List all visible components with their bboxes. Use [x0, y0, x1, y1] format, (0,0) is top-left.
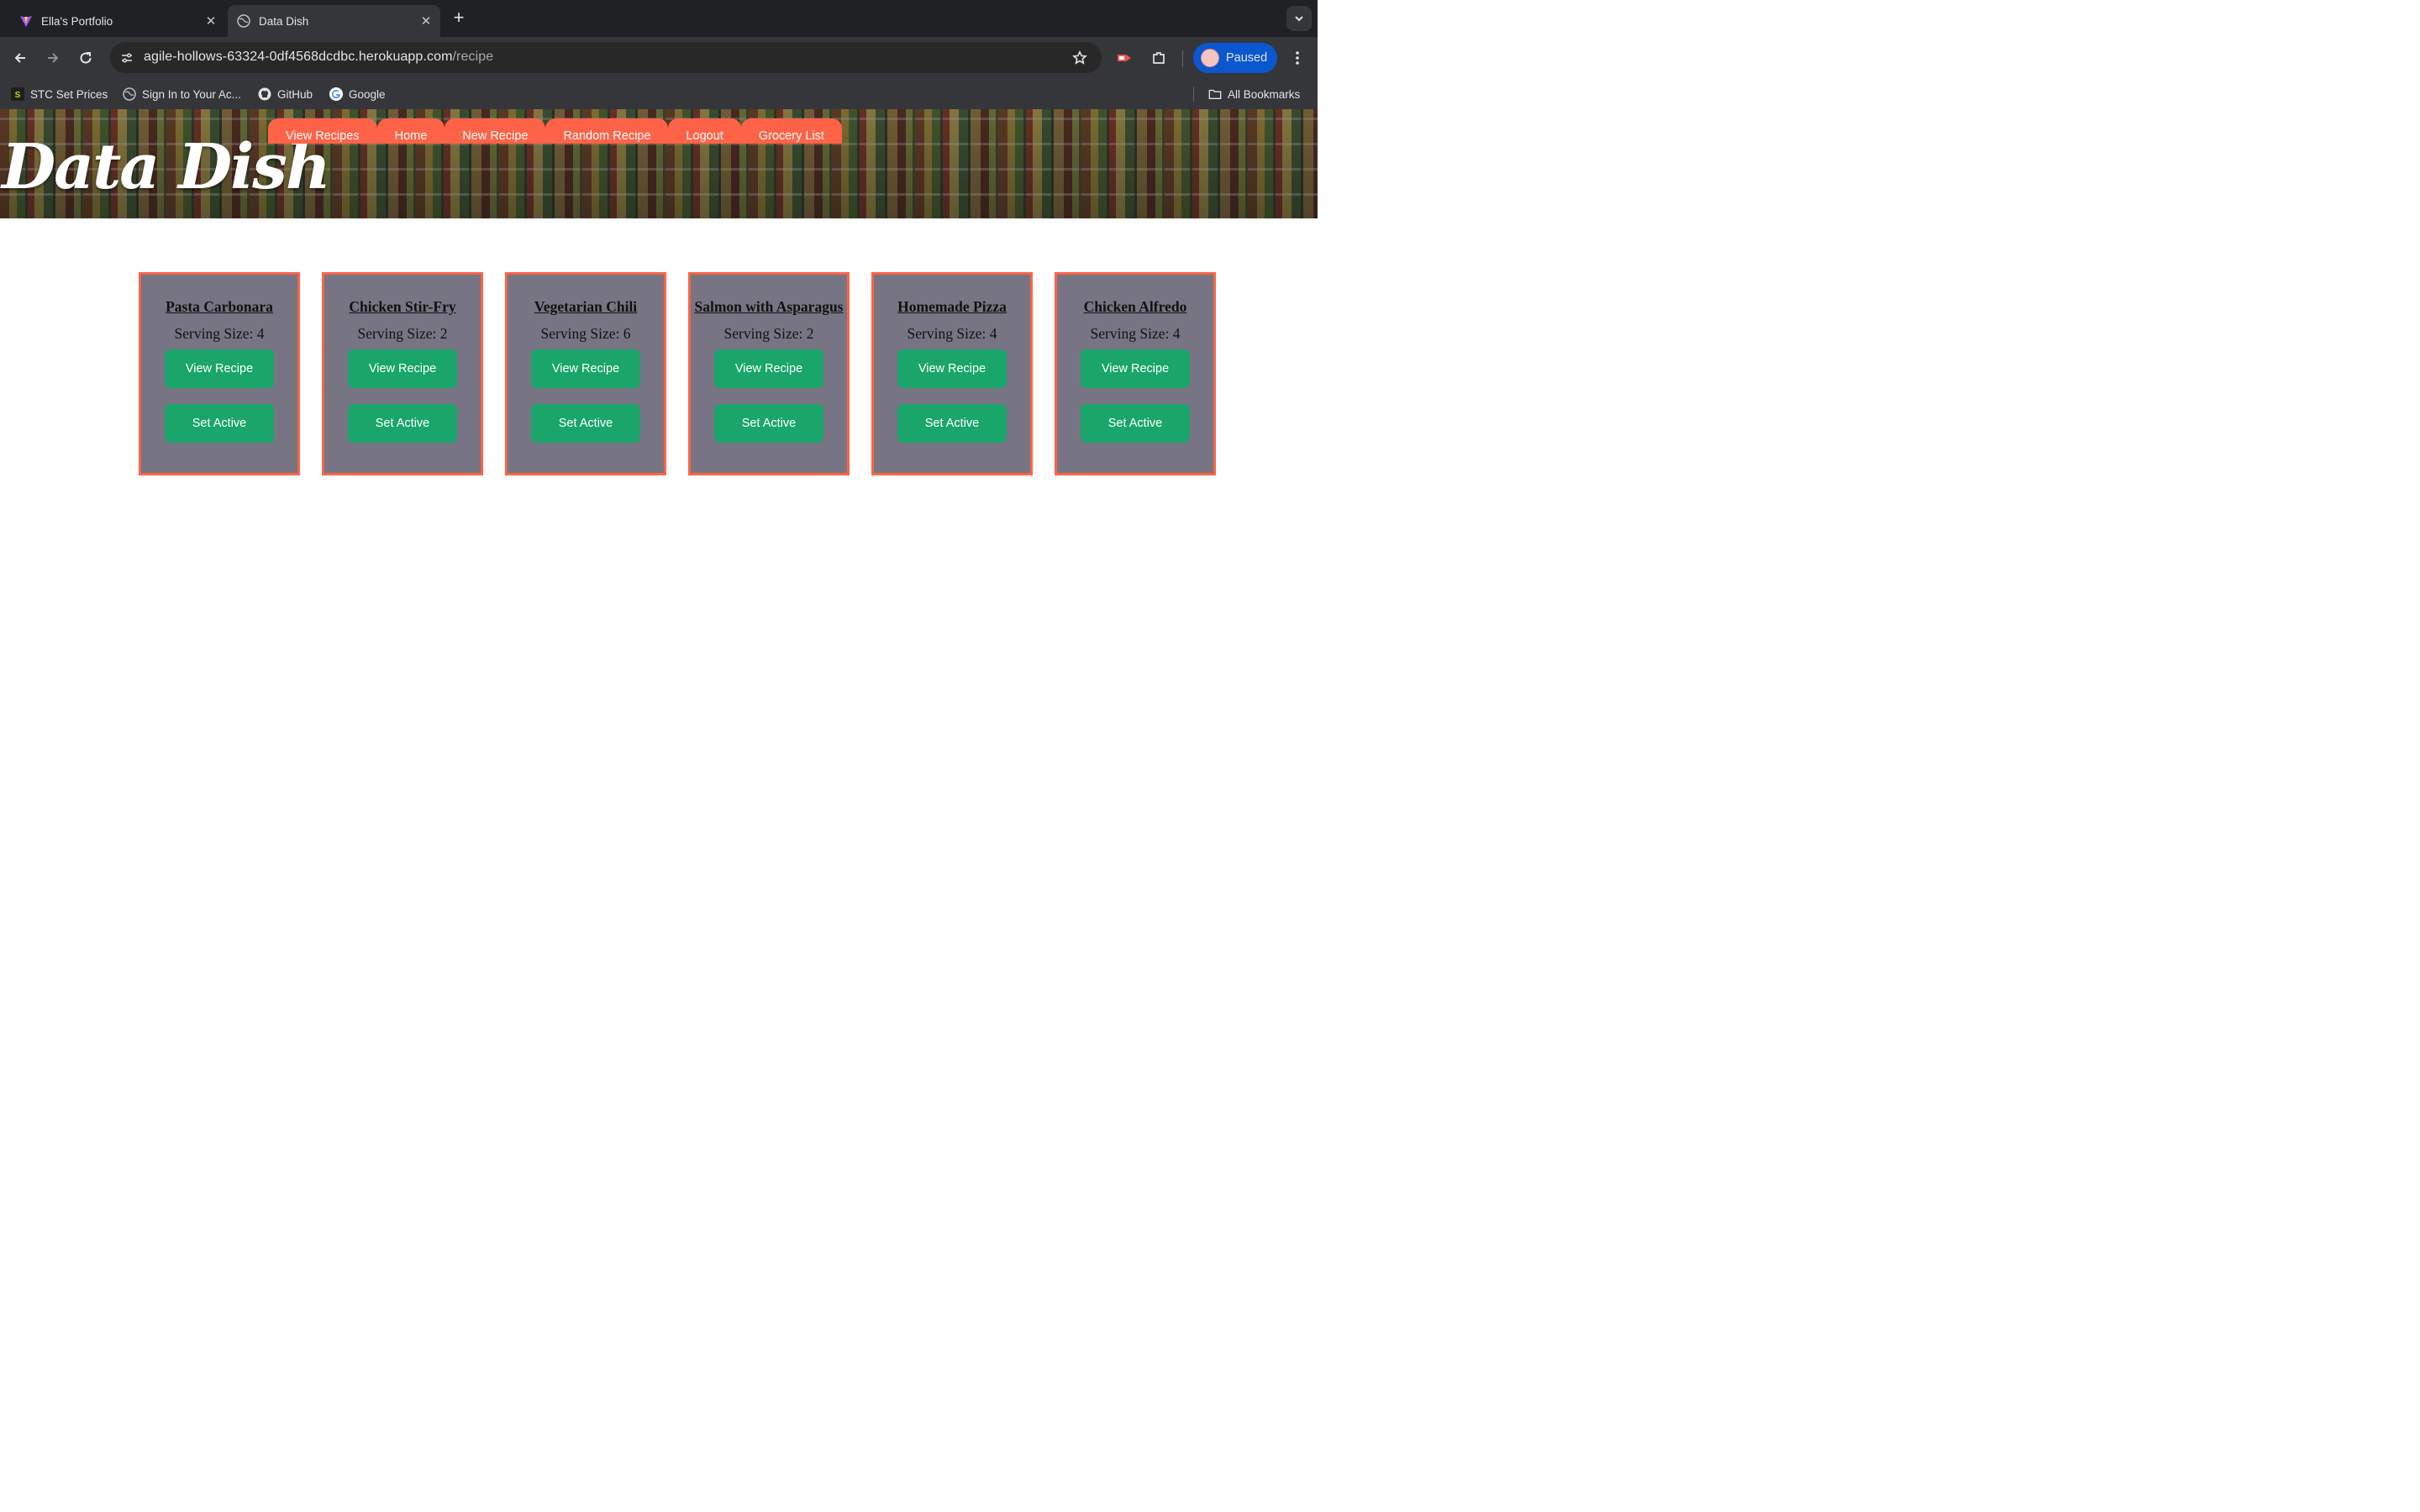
recipe-card: Homemade Pizza Serving Size: 4 View Reci…: [871, 272, 1033, 475]
bookmark-star-icon[interactable]: [1070, 48, 1090, 68]
recipe-card: Chicken Stir-Fry Serving Size: 2 View Re…: [322, 272, 483, 475]
bookmark-label: Google: [349, 87, 386, 101]
reload-button[interactable]: [75, 47, 97, 69]
bookmarks-bar: S STC Set Prices Sign In to Your Ac... G…: [0, 79, 1318, 109]
nav-home[interactable]: Home: [376, 118, 445, 144]
recipe-card: Salmon with Asparagus Serving Size: 2 Vi…: [688, 272, 850, 475]
forward-button[interactable]: [42, 47, 64, 69]
bookmark-label: Sign In to Your Ac...: [142, 87, 241, 101]
nav-random-recipe[interactable]: Random Recipe: [545, 118, 669, 144]
serving-size: Serving Size: 6: [540, 325, 631, 342]
view-recipe-button[interactable]: View Recipe: [531, 349, 640, 388]
nav-grocery-list[interactable]: Grocery List: [740, 118, 842, 144]
bookmark-google[interactable]: Google: [329, 86, 386, 102]
url-path: /recipe: [452, 50, 494, 64]
bookmarks-divider: [1193, 87, 1194, 102]
view-recipe-button[interactable]: View Recipe: [1081, 349, 1190, 388]
tab-data-dish[interactable]: Data Dish ✕: [228, 5, 440, 37]
tab-ellas-portfolio[interactable]: Ella's Portfolio ✕: [10, 5, 225, 37]
set-active-button[interactable]: Set Active: [531, 404, 640, 443]
extension-red-icon[interactable]: [1114, 47, 1136, 69]
view-recipe-button[interactable]: View Recipe: [714, 349, 823, 388]
close-tab-icon[interactable]: ✕: [202, 12, 220, 30]
tab-search-button[interactable]: [1286, 6, 1312, 31]
all-bookmarks-label: All Bookmarks: [1228, 87, 1301, 101]
recipe-title-link[interactable]: Chicken Stir-Fry: [324, 298, 481, 316]
serving-size: Serving Size: 2: [723, 325, 814, 342]
recipe-title-link[interactable]: Homemade Pizza: [874, 298, 1030, 316]
svg-text:S: S: [15, 91, 21, 100]
reload-icon: [80, 52, 92, 64]
profile-button[interactable]: Paused: [1193, 43, 1277, 73]
tab-title: Data Dish: [259, 14, 309, 28]
chevron-down-icon: [1295, 16, 1303, 22]
back-arrow-icon: [14, 53, 25, 63]
profile-status: Paused: [1226, 51, 1268, 65]
browser-menu-icon[interactable]: [1287, 47, 1307, 69]
bookmark-label: GitHub: [277, 87, 313, 101]
extensions-puzzle-icon[interactable]: [1148, 47, 1170, 69]
toolbar-divider: [1182, 50, 1183, 67]
address-bar[interactable]: agile-hollows-63324-0df4568dcdbc.herokua…: [110, 42, 1102, 73]
folder-icon: [1208, 87, 1222, 101]
serving-size: Serving Size: 4: [907, 325, 997, 342]
serving-size: Serving Size: 2: [357, 325, 448, 342]
set-active-button[interactable]: Set Active: [348, 404, 457, 443]
github-icon: [258, 87, 271, 101]
recipe-title-link[interactable]: Chicken Alfredo: [1057, 298, 1213, 316]
set-active-button[interactable]: Set Active: [165, 404, 274, 443]
back-button[interactable]: [9, 47, 31, 69]
view-recipe-button[interactable]: View Recipe: [348, 349, 457, 388]
all-bookmarks-button[interactable]: All Bookmarks: [1208, 86, 1300, 102]
vite-logo-icon: [18, 13, 34, 29]
serving-size: Serving Size: 4: [174, 325, 265, 342]
serving-size: Serving Size: 4: [1090, 325, 1181, 342]
recipe-card: Vegetarian Chili Serving Size: 6 View Re…: [505, 272, 666, 475]
bookmark-sign-in[interactable]: Sign In to Your Ac...: [123, 86, 241, 102]
recipe-card-list: Pasta Carbonara Serving Size: 4 View Rec…: [139, 272, 1216, 475]
url-host: agile-hollows-63324-0df4568dcdbc.herokua…: [144, 50, 453, 64]
site-info-icon[interactable]: [117, 48, 137, 68]
close-tab-icon[interactable]: ✕: [417, 12, 435, 30]
forward-arrow-icon: [48, 53, 59, 63]
browser-tab-strip: Ella's Portfolio ✕ Data Dish ✕ +: [0, 0, 1318, 37]
nav-logout[interactable]: Logout: [668, 118, 741, 144]
browser-toolbar: agile-hollows-63324-0df4568dcdbc.herokua…: [0, 37, 1318, 79]
tab-title: Ella's Portfolio: [41, 14, 113, 28]
nav-view-recipes[interactable]: View Recipes: [268, 118, 377, 144]
google-icon: [329, 87, 343, 101]
recipe-title-link[interactable]: Vegetarian Chili: [508, 298, 664, 316]
recipe-card: Pasta Carbonara Serving Size: 4 View Rec…: [139, 272, 300, 475]
bookmark-stc-set-prices[interactable]: S STC Set Prices: [11, 86, 108, 102]
recipe-card: Chicken Alfredo Serving Size: 4 View Rec…: [1055, 272, 1216, 475]
url-text: agile-hollows-63324-0df4568dcdbc.herokua…: [144, 50, 493, 65]
s-logo-icon: S: [11, 87, 24, 101]
new-tab-button[interactable]: +: [449, 8, 469, 29]
bookmark-label: STC Set Prices: [30, 87, 108, 101]
set-active-button[interactable]: Set Active: [1081, 404, 1190, 443]
site-nav: View Recipes Home New Recipe Random Reci…: [268, 118, 842, 144]
globe-icon: [236, 13, 251, 29]
recipe-title-link[interactable]: Salmon with Asparagus: [691, 298, 847, 316]
set-active-button[interactable]: Set Active: [897, 404, 1007, 443]
view-recipe-button[interactable]: View Recipe: [165, 349, 274, 388]
globe-icon: [123, 87, 136, 101]
set-active-button[interactable]: Set Active: [714, 404, 823, 443]
avatar: [1201, 49, 1219, 67]
view-recipe-button[interactable]: View Recipe: [897, 349, 1007, 388]
recipe-title-link[interactable]: Pasta Carbonara: [141, 298, 297, 316]
bookmark-github[interactable]: GitHub: [258, 86, 313, 102]
nav-new-recipe[interactable]: New Recipe: [445, 118, 546, 144]
